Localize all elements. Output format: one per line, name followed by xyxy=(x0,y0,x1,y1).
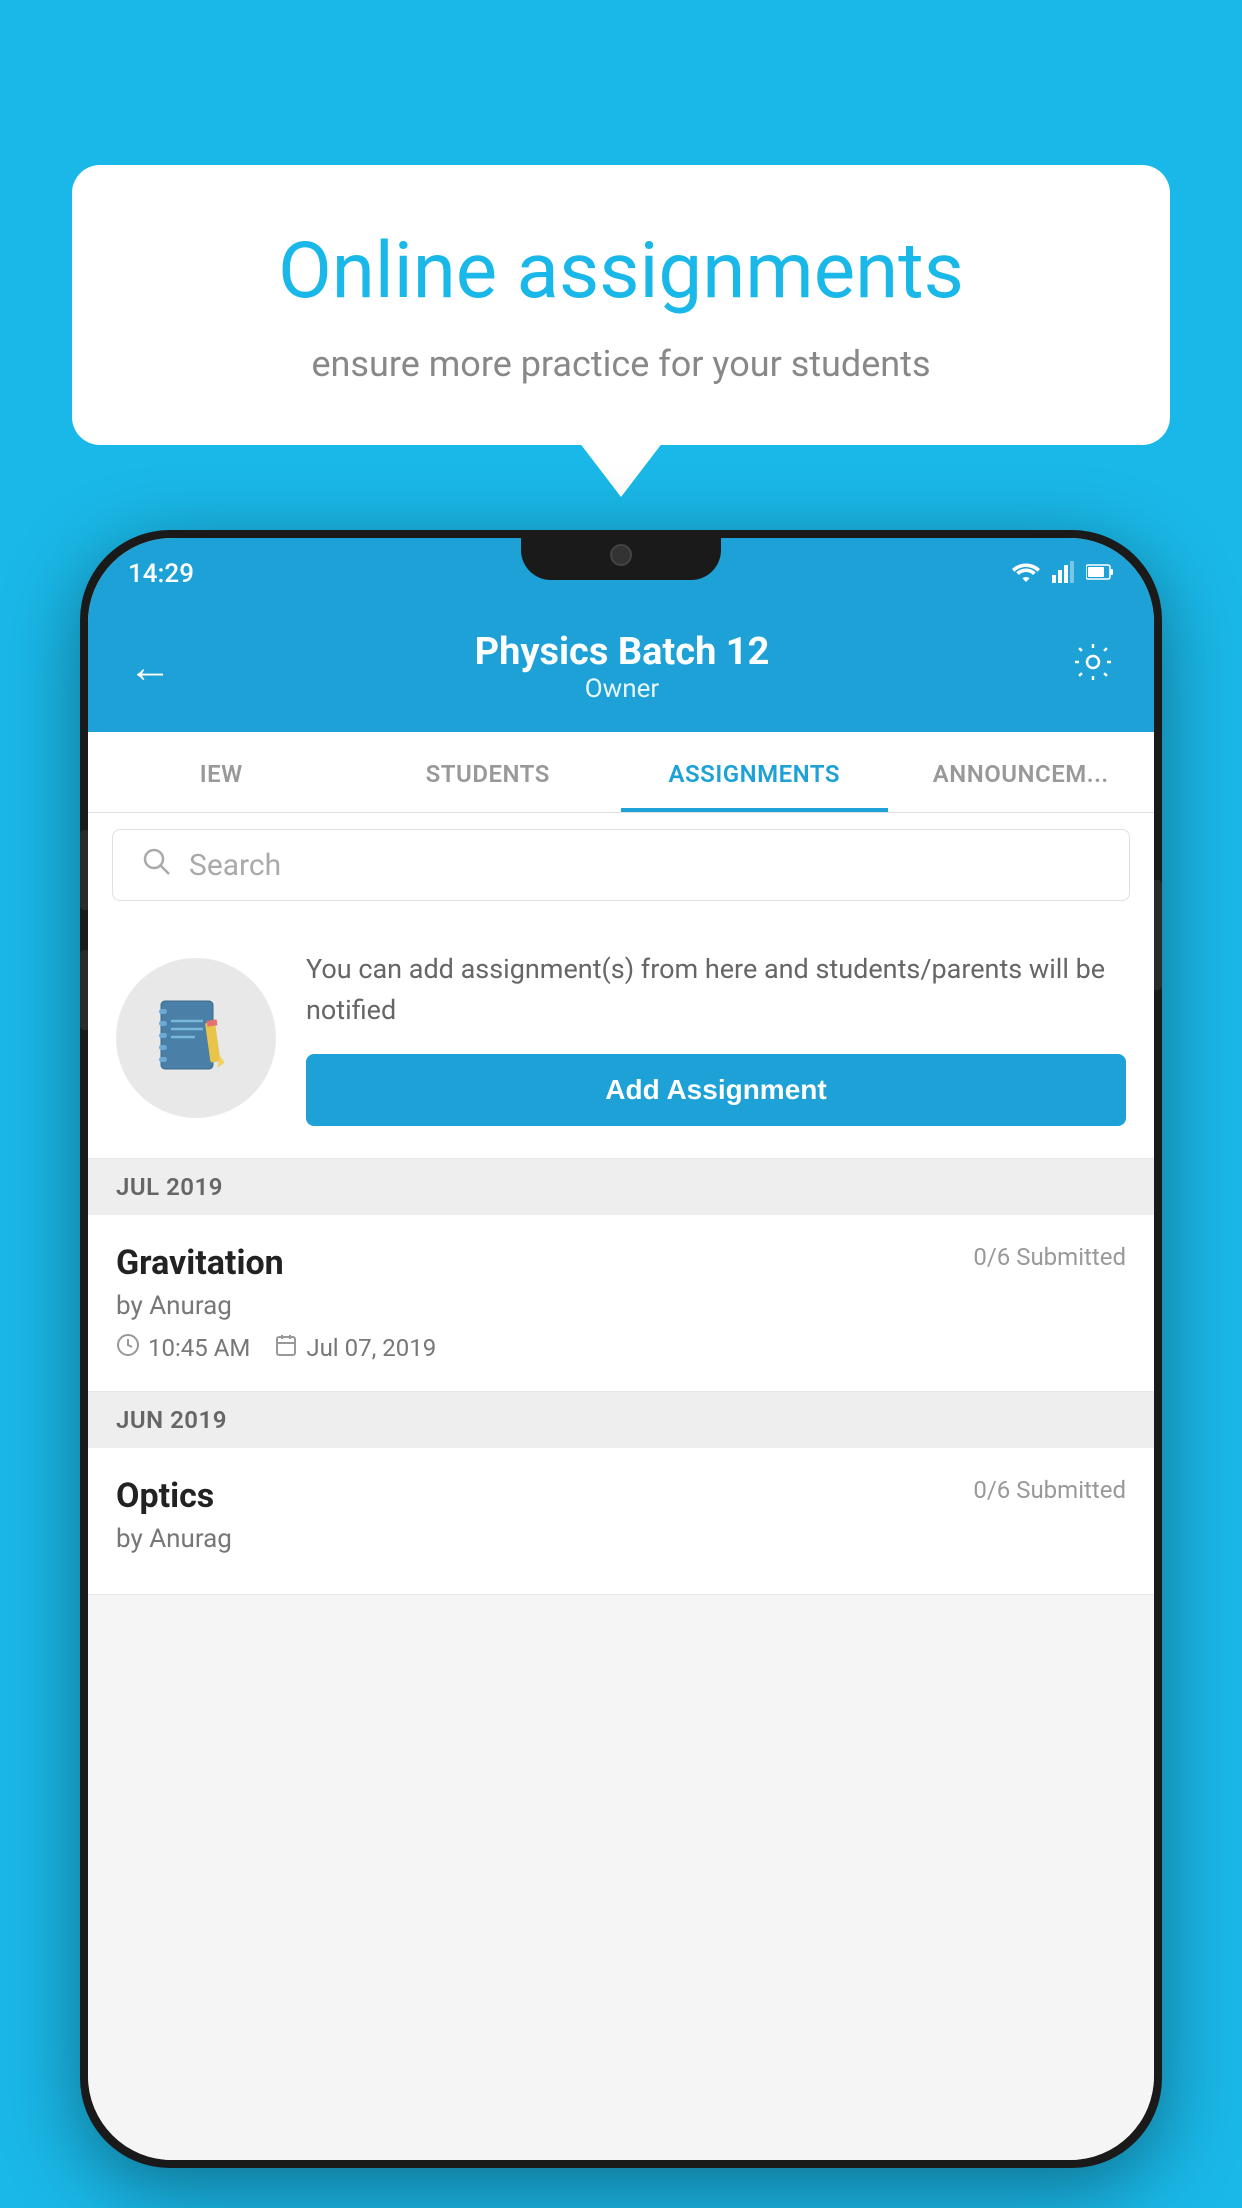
info-right: You can add assignment(s) from here and … xyxy=(306,949,1126,1126)
speech-bubble: Online assignments ensure more practice … xyxy=(72,165,1170,445)
app-header: ← Physics Batch 12 Owner xyxy=(88,602,1154,732)
assignment-meta: 10:45 AM Jul 07, 2019 xyxy=(116,1333,1126,1363)
bubble-subtitle: ensure more practice for your students xyxy=(152,343,1090,385)
screen-content: Search xyxy=(88,813,1154,2160)
phone-frame: 14:29 xyxy=(80,530,1162,2168)
header-subtitle: Owner xyxy=(475,674,770,704)
calendar-icon xyxy=(274,1333,298,1363)
assignment-title: Gravitation xyxy=(116,1243,284,1283)
info-card: You can add assignment(s) from here and … xyxy=(88,917,1154,1159)
notebook-icon xyxy=(151,993,241,1083)
search-container: Search xyxy=(88,813,1154,917)
add-assignment-button[interactable]: Add Assignment xyxy=(306,1054,1126,1126)
assignment-item-optics[interactable]: Optics 0/6 Submitted by Anurag xyxy=(88,1448,1154,1595)
month-separator-jul: JUL 2019 xyxy=(88,1159,1154,1215)
assignment-date: Jul 07, 2019 xyxy=(306,1334,436,1362)
header-center: Physics Batch 12 Owner xyxy=(475,630,770,704)
signal-icon xyxy=(1052,561,1074,587)
notebook-icon-circle xyxy=(116,958,276,1118)
settings-button[interactable] xyxy=(1072,641,1114,694)
phone-notch xyxy=(521,530,721,580)
assignment-submitted-optics: 0/6 Submitted xyxy=(973,1476,1126,1504)
tab-students[interactable]: STUDENTS xyxy=(355,732,622,812)
assignment-header: Gravitation 0/6 Submitted xyxy=(116,1243,1126,1283)
time-meta: 10:45 AM xyxy=(116,1333,250,1363)
assignment-submitted: 0/6 Submitted xyxy=(973,1243,1126,1271)
info-description: You can add assignment(s) from here and … xyxy=(306,949,1126,1030)
assignment-item-gravitation[interactable]: Gravitation 0/6 Submitted by Anurag 10:4… xyxy=(88,1215,1154,1392)
tabs-bar: IEW STUDENTS ASSIGNMENTS ANNOUNCEM... xyxy=(88,732,1154,813)
assignment-header-optics: Optics 0/6 Submitted xyxy=(116,1476,1126,1516)
header-title: Physics Batch 12 xyxy=(475,630,770,674)
search-bar[interactable]: Search xyxy=(112,829,1130,901)
tab-iew[interactable]: IEW xyxy=(88,732,355,812)
back-button[interactable]: ← xyxy=(128,641,172,693)
assignment-author: by Anurag xyxy=(116,1291,1126,1321)
phone-camera xyxy=(610,544,632,566)
tab-announcements[interactable]: ANNOUNCEM... xyxy=(888,732,1155,812)
search-placeholder: Search xyxy=(189,848,281,883)
date-meta: Jul 07, 2019 xyxy=(274,1333,436,1363)
status-time: 14:29 xyxy=(128,559,194,589)
assignment-title-optics: Optics xyxy=(116,1476,214,1516)
battery-icon xyxy=(1086,563,1114,585)
speech-bubble-container: Online assignments ensure more practice … xyxy=(72,165,1170,445)
wifi-icon xyxy=(1012,561,1040,587)
phone-screen: 14:29 xyxy=(88,538,1154,2160)
bubble-title: Online assignments xyxy=(152,225,1090,319)
tab-assignments[interactable]: ASSIGNMENTS xyxy=(621,732,888,812)
assignment-author-optics: by Anurag xyxy=(116,1524,1126,1554)
search-icon xyxy=(141,846,171,884)
clock-icon xyxy=(116,1333,140,1363)
status-icons xyxy=(1012,561,1114,587)
assignment-time: 10:45 AM xyxy=(148,1334,250,1362)
month-separator-jun: JUN 2019 xyxy=(88,1392,1154,1448)
